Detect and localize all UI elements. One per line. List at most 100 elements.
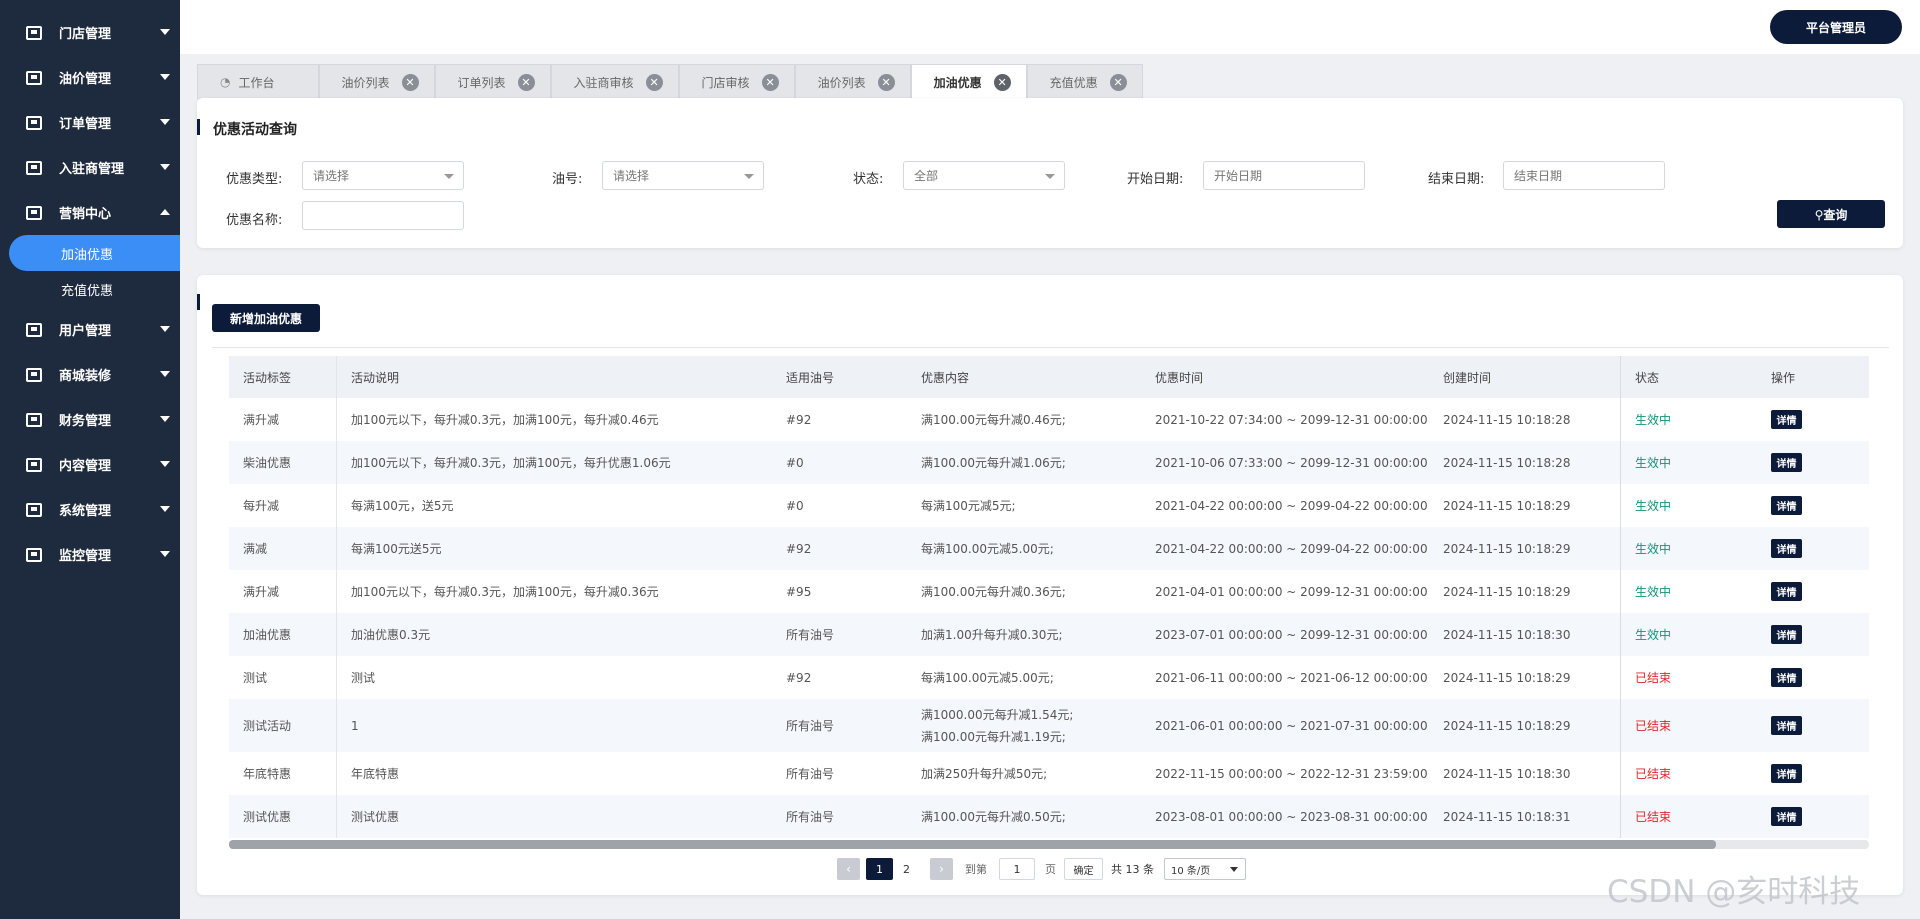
sidebar-item-label: 监控管理	[59, 549, 112, 564]
detail-button[interactable]: 详情	[1771, 496, 1802, 515]
oil-number-label: 油号:	[552, 172, 583, 187]
title-accent-bar	[197, 294, 200, 310]
sidebar-item-merchant[interactable]: 入驻商管理	[0, 145, 180, 190]
sidebar-item-label: 入驻商管理	[59, 162, 125, 177]
discount-type-select[interactable]: 请选择	[302, 161, 464, 190]
detail-button[interactable]: 详情	[1771, 539, 1802, 558]
detail-button[interactable]: 详情	[1771, 410, 1802, 429]
oil-number-select[interactable]: 请选择	[602, 161, 764, 190]
discount-content-cell: 满100.00元每升减1.06元;	[921, 456, 1066, 470]
content-icon	[26, 457, 42, 472]
sidebar: 门店管理 油价管理 订单管理 入驻商管理 营销中心 加油优惠 充值优惠 用户管理…	[0, 0, 180, 919]
sidebar-item-shop[interactable]: 商城装修	[0, 352, 180, 397]
admin-user-button[interactable]: 平台管理员	[1770, 10, 1902, 44]
status-cell: 生效中	[1635, 628, 1672, 642]
detail-button[interactable]: 详情	[1771, 625, 1802, 644]
discount-time-cell: 2021-04-22 00:00:00 ~ 2099-04-22 00:00:0…	[1155, 541, 1428, 556]
sidebar-item-user[interactable]: 用户管理	[0, 307, 180, 352]
action-cell: 详情	[1757, 699, 1869, 752]
goto-confirm-button[interactable]: 确定	[1064, 858, 1103, 880]
sidebar-item-order[interactable]: 订单管理	[0, 100, 180, 145]
detail-button[interactable]: 详情	[1771, 453, 1802, 472]
column-header: 优惠时间	[1155, 370, 1204, 385]
discount-content-cell: 加满1.00升每升减0.30元;	[921, 628, 1063, 642]
activity-tag-cell: 满升减	[229, 570, 337, 613]
search-button[interactable]: ⚲查询	[1777, 200, 1885, 228]
tab-price-list[interactable]: 油价列表 ✕	[318, 64, 435, 99]
total-count: 共 13 条	[1111, 863, 1154, 876]
shop-icon	[26, 367, 42, 382]
sidebar-item-system[interactable]: 系统管理	[0, 487, 180, 532]
sidebar-item-price[interactable]: 油价管理	[0, 55, 180, 100]
detail-button[interactable]: 详情	[1771, 716, 1802, 735]
tab-fuel-discount[interactable]: 加油优惠 ✕	[910, 64, 1027, 99]
page-number[interactable]: 1	[866, 858, 893, 880]
tab-store-review[interactable]: 门店审核 ✕	[678, 64, 795, 99]
status-select[interactable]: 全部	[903, 161, 1065, 190]
user-icon	[26, 322, 42, 337]
watermark: CSDN @亥时科技	[1607, 874, 1861, 910]
table-row: 满升减 加100元以下，每升减0.3元，加满100元，每升减0.46元 #92 满10…	[229, 398, 1869, 441]
page-size-select[interactable]: 10 条/页	[1164, 858, 1246, 880]
activity-tag-cell: 测试优惠	[229, 795, 337, 838]
action-cell: 详情	[1757, 795, 1869, 838]
discount-content-cell: 满100.00元每升减0.46元;	[921, 413, 1066, 427]
sidebar-item-content[interactable]: 内容管理	[0, 442, 180, 487]
chevron-down-icon	[160, 461, 170, 467]
page-number[interactable]: 2	[893, 858, 920, 880]
close-icon[interactable]: ✕	[761, 73, 779, 91]
detail-button[interactable]: 详情	[1771, 764, 1802, 783]
tab-merchant-review[interactable]: 入驻商审核 ✕	[550, 64, 679, 99]
sidebar-item-marketing[interactable]: 营销中心	[0, 190, 180, 235]
activity-tag-cell: 满升减	[229, 398, 337, 441]
action-cell: 详情	[1757, 441, 1869, 484]
activity-desc-cell: 加100元以下，每升减0.3元，加满100元，每升减0.46元	[351, 413, 659, 427]
activity-tag-cell: 每升减	[229, 484, 337, 527]
detail-button[interactable]: 详情	[1771, 668, 1802, 687]
add-fuel-discount-button[interactable]: 新增加油优惠	[212, 304, 320, 332]
sidebar-item-store[interactable]: 门店管理	[0, 10, 180, 55]
tab-price-list-2[interactable]: 油价列表 ✕	[794, 64, 911, 99]
sidebar-item-finance[interactable]: 财务管理	[0, 397, 180, 442]
close-icon[interactable]: ✕	[517, 73, 535, 91]
start-date-input[interactable]: 开始日期	[1203, 161, 1365, 190]
status-cell: 生效中	[1635, 585, 1672, 599]
sidebar-item-label: 营销中心	[59, 207, 112, 222]
column-header: 优惠内容	[921, 370, 970, 385]
created-time-cell: 2024-11-15 10:18:30	[1429, 613, 1621, 656]
detail-button[interactable]: 详情	[1771, 582, 1802, 601]
status-cell: 已结束	[1635, 767, 1672, 781]
column-header: 状态	[1635, 370, 1660, 385]
sidebar-subitem-recharge-discount[interactable]: 充值优惠	[0, 271, 180, 307]
search-button-label: 查询	[1823, 207, 1848, 222]
chevron-down-icon	[160, 326, 170, 332]
tab-recharge-discount[interactable]: 充值优惠 ✕	[1026, 64, 1143, 99]
goto-page-input[interactable]: 1	[999, 858, 1035, 880]
horizontal-scrollbar[interactable]	[229, 840, 1869, 849]
close-icon[interactable]: ✕	[993, 73, 1011, 91]
sidebar-subitem-fuel-discount[interactable]: 加油优惠	[9, 235, 180, 271]
created-time-cell: 2024-11-15 10:18:31	[1429, 795, 1621, 838]
next-page-button[interactable]: ›	[930, 858, 953, 880]
prev-page-button[interactable]: ‹	[837, 858, 860, 880]
column-header: 创建时间	[1429, 356, 1621, 398]
end-date-input[interactable]: 结束日期	[1503, 161, 1665, 190]
oil-number-cell: 所有油号	[786, 719, 835, 733]
close-icon[interactable]: ✕	[1109, 73, 1127, 91]
activity-tag-cell: 加油优惠	[229, 613, 337, 656]
tab-order-list[interactable]: 订单列表 ✕	[434, 64, 551, 99]
detail-button[interactable]: 详情	[1771, 807, 1802, 826]
chevron-down-icon	[160, 119, 170, 125]
scrollbar-thumb[interactable]	[229, 840, 1716, 849]
close-icon[interactable]: ✕	[877, 73, 895, 91]
tab-workbench[interactable]: ◔ 工作台	[197, 64, 319, 99]
discount-name-input[interactable]	[302, 201, 464, 230]
activity-tag-cell: 满减	[229, 527, 337, 570]
oil-number-cell: 所有油号	[786, 767, 835, 781]
close-icon[interactable]: ✕	[401, 73, 419, 91]
sidebar-item-monitor[interactable]: 监控管理	[0, 532, 180, 577]
status-cell: 已结束	[1635, 671, 1672, 685]
table-row: 满减 每满100元送5元 #92 每满100.00元减5.00元; 2021-04-22…	[229, 527, 1869, 570]
table-row: 加油优惠 加油优惠0.3元 所有油号 加满1.00升每升减0.30元; 2023-07-…	[229, 613, 1869, 656]
close-icon[interactable]: ✕	[645, 73, 663, 91]
